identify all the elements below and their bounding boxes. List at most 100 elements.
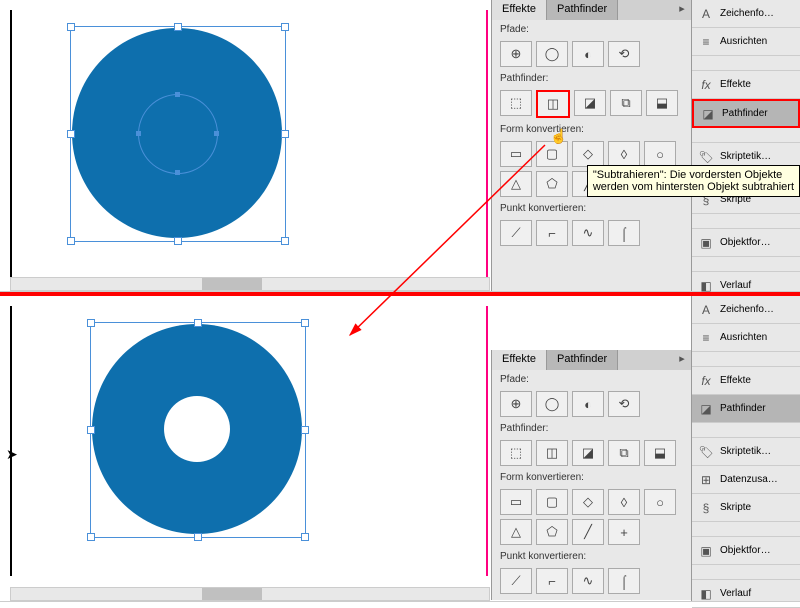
panel-flyout[interactable]: ▸ [672,0,692,20]
scrollbar-thumb[interactable] [202,588,262,600]
sidebar-item-label: Objektfor… [720,545,771,556]
path-reverse-icon[interactable]: ⟲ [608,391,640,417]
sel-handle[interactable] [87,319,95,327]
minus-back-icon[interactable]: ⬓ [644,440,676,466]
polygon-icon[interactable]: ⬠ [536,171,568,197]
sel-handle[interactable] [194,319,202,327]
beveled-rect-icon[interactable]: ◇ [572,489,604,515]
section-convert-point: Punkt konvertieren: [492,199,692,218]
sidebar-item-label: Effekte [720,375,751,386]
corner-point-icon[interactable]: ⌐ [536,220,568,246]
plain-point-icon[interactable]: ⟋ [500,568,532,594]
sidebar-item-pathfinder[interactable]: ◪Pathfinder [692,395,800,423]
sel-handle[interactable] [174,237,182,245]
exclude-icon[interactable]: ⧉ [608,440,640,466]
scrollbar[interactable] [10,277,490,291]
sidebar-item-script-labels[interactable]: 🏷Skriptetik… [692,438,800,466]
section-pathfinder: Pathfinder: [492,419,692,438]
sel-handle[interactable] [67,130,75,138]
path-join-icon[interactable]: ⊕ [500,41,532,67]
sidebar-item-label: Skriptetik… [720,151,771,162]
add-icon[interactable]: ⬚ [500,90,532,116]
sel-handle[interactable] [281,237,289,245]
sidebar-item-object-styles[interactable]: ▣Objektfor… [692,537,800,565]
path-join-icon[interactable]: ⊕ [500,391,532,417]
ellipse-icon[interactable]: ○ [644,489,676,515]
inverse-rounded-icon[interactable]: ◊ [608,489,640,515]
section-convert-shape: Form konvertieren: [492,120,692,139]
smooth-point-icon[interactable]: ∿ [572,568,604,594]
sel-handle[interactable] [67,237,75,245]
intersect-icon[interactable]: ◪ [572,440,604,466]
inverse-rounded-icon[interactable]: ◊ [608,141,640,167]
ruler-left [10,306,12,576]
sidebar-item-align[interactable]: ≡Ausrichten [692,28,800,56]
subtract-tooltip: "Subtrahieren": Die vordersten Objekte w… [587,165,800,197]
beveled-rect-icon[interactable]: ◇ [572,141,604,167]
path-open-icon[interactable]: ◯ [536,391,568,417]
symmetrical-point-icon[interactable]: ⌠ [608,568,640,594]
sel-handle[interactable] [174,23,182,31]
subtract-icon[interactable]: ◫ [536,440,568,466]
ellipse-icon[interactable]: ○ [644,141,676,167]
subtract-button[interactable]: ◫ [536,90,570,118]
object-styles-icon: ▣ [698,235,714,251]
pathfinder-icon: ◪ [700,106,716,122]
panel-flyout[interactable]: ▸ [672,350,692,370]
rect-icon[interactable]: ▭ [500,141,532,167]
triangle-icon[interactable]: △ [500,519,532,545]
tab-pathfinder[interactable]: Pathfinder [547,0,618,20]
sidebar-item-effects[interactable]: fx Effekte [692,367,800,395]
path-close-icon[interactable]: ◐ [572,391,604,417]
sidebar-item-data-merge[interactable]: ⊞Datenzusa… [692,466,800,494]
scrollbar[interactable] [10,587,490,601]
fx-icon: fx [698,373,714,389]
intersect-icon[interactable]: ◪ [574,90,606,116]
sidebar-item-gradient[interactable]: ◧Verlauf [692,580,800,608]
top-half: Effekte Pathfinder ▸ Pfade: ⊕ ◯ ◐ ⟲ Path… [0,0,800,292]
line-icon[interactable]: ╱ [572,519,604,545]
align-icon: ≡ [698,34,714,50]
minus-back-icon[interactable]: ⬓ [646,90,678,116]
sidebar-item-char[interactable]: AZeichenfo… [692,296,800,324]
sidebar-item-scripts[interactable]: §Skripte [692,494,800,522]
sidebar-item-label: Skripte [720,502,751,513]
sel-handle[interactable] [87,533,95,541]
path-close-icon[interactable]: ◐ [572,41,604,67]
sel-handle[interactable] [194,533,202,541]
canvas-top [10,10,480,280]
char-icon: A [698,6,714,22]
sel-handle[interactable] [281,23,289,31]
fx-icon: fx [698,77,714,93]
rect-icon[interactable]: ▭ [500,489,532,515]
triangle-icon[interactable]: △ [500,171,532,197]
sidebar-item-pathfinder[interactable]: ◪Pathfinder [692,99,800,128]
right-sidebar-top: AZeichenfo… ≡Ausrichten fxEffekte ◪Pathf… [691,0,800,291]
sidebar-item-object-styles[interactable]: ▣Objektfor… [692,229,800,257]
plus-icon[interactable]: + [608,519,640,545]
tab-effects[interactable]: Effekte [492,0,547,20]
path-open-icon[interactable]: ◯ [536,41,568,67]
smooth-point-icon[interactable]: ∿ [572,220,604,246]
exclude-icon[interactable]: ⧉ [610,90,642,116]
polygon-icon[interactable]: ⬠ [536,519,568,545]
sidebar-item-char[interactable]: AZeichenfo… [692,0,800,28]
sel-handle[interactable] [301,533,309,541]
path-reverse-icon[interactable]: ⟲ [608,41,640,67]
sidebar-item-align[interactable]: ≡Ausrichten [692,324,800,352]
rounded-rect-icon[interactable]: ▢ [536,489,568,515]
sidebar-item-effects[interactable]: fxEffekte [692,71,800,99]
plain-point-icon[interactable]: ⟋ [500,220,532,246]
symmetrical-point-icon[interactable]: ⌠ [608,220,640,246]
sel-handle[interactable] [87,426,95,434]
tab-pathfinder[interactable]: Pathfinder [547,350,618,370]
sel-handle[interactable] [301,319,309,327]
scrollbar-thumb[interactable] [202,278,262,290]
tab-effects[interactable]: Effekte [492,350,547,370]
sel-handle[interactable] [67,23,75,31]
sel-handle[interactable] [281,130,289,138]
corner-point-icon[interactable]: ⌐ [536,568,568,594]
ruler-left [10,10,12,280]
add-icon[interactable]: ⬚ [500,440,532,466]
sel-handle[interactable] [301,426,309,434]
